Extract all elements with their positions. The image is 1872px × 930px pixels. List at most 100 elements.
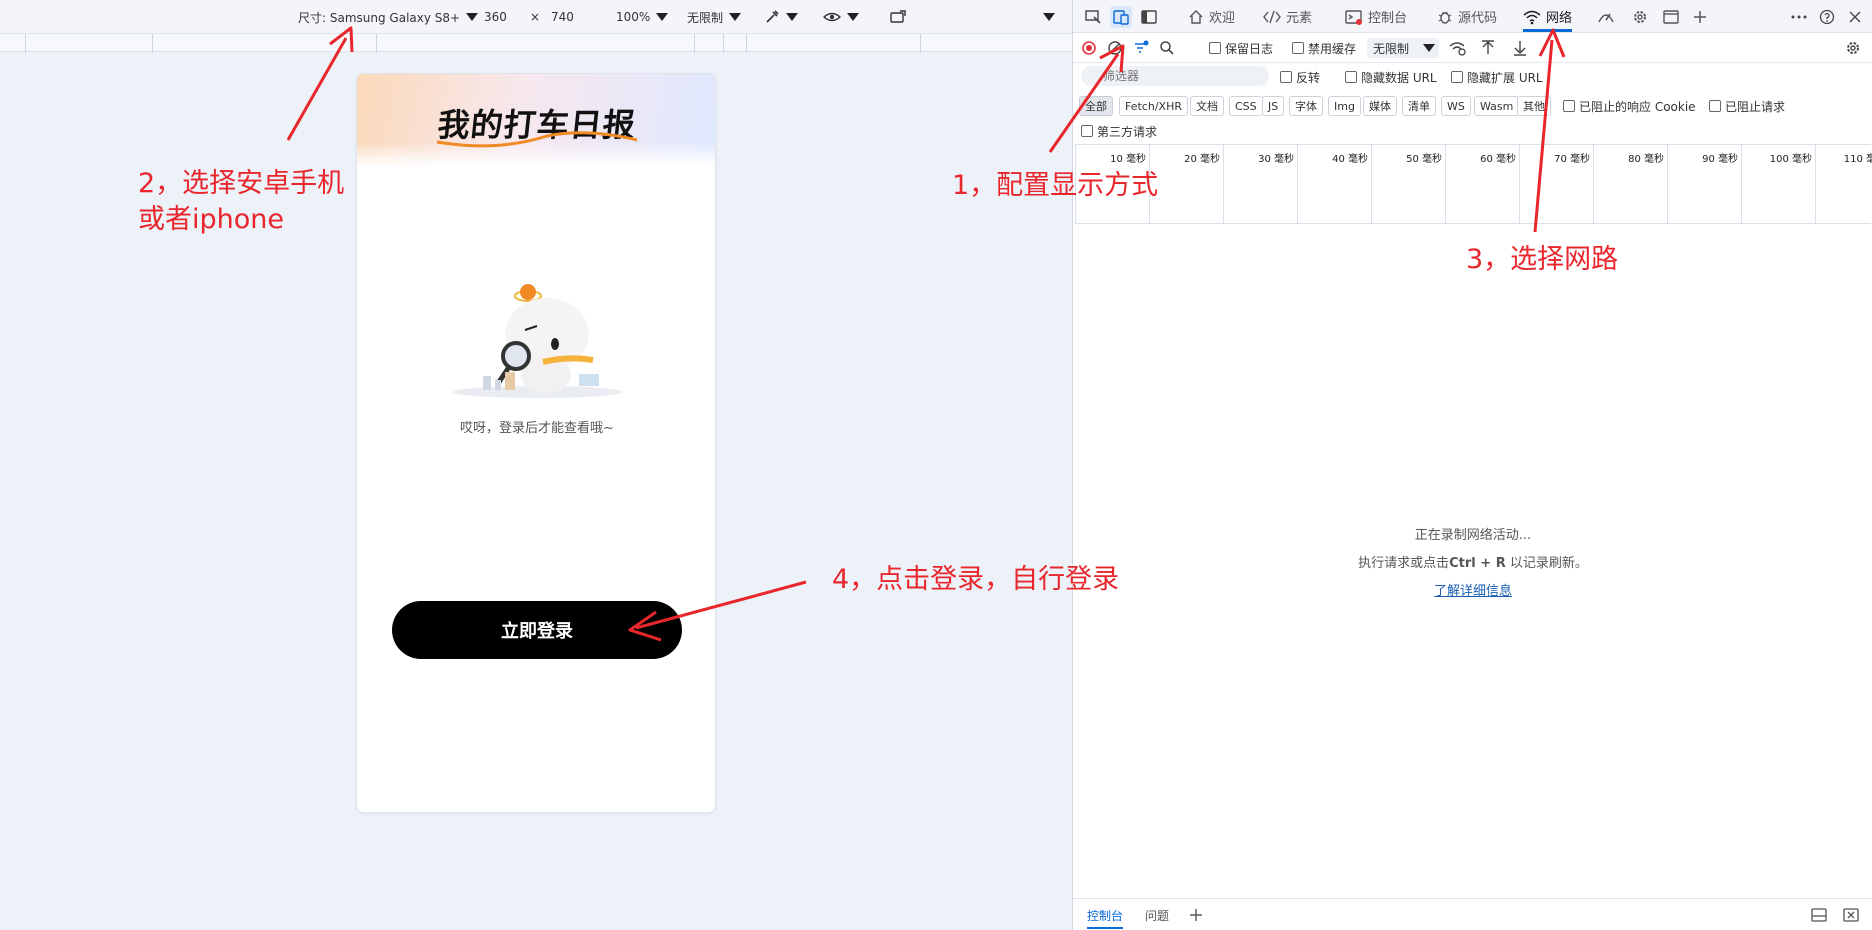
tab-label: 源代码 xyxy=(1458,11,1498,26)
console-icon xyxy=(1345,9,1362,25)
window-icon xyxy=(1663,10,1679,24)
import-har-button[interactable] xyxy=(1481,38,1495,58)
throttle-chevron[interactable] xyxy=(1423,38,1435,58)
height-input[interactable]: 740 xyxy=(551,8,574,26)
type-filter-other[interactable]: 其他 xyxy=(1517,96,1551,116)
checkbox-label: 已阻止的响应 Cookie xyxy=(1579,99,1696,114)
sensors-button[interactable] xyxy=(764,8,798,26)
type-filter-manifest[interactable]: 清单 xyxy=(1402,96,1436,116)
checkbox-label: 第三方请求 xyxy=(1097,124,1158,139)
eye-icon xyxy=(823,12,841,22)
wifi-icon xyxy=(1523,10,1541,24)
type-filter-all[interactable]: 全部 xyxy=(1079,96,1113,116)
type-filter-ws[interactable]: WS xyxy=(1441,96,1471,116)
drawer-tab-console[interactable]: 控制台 xyxy=(1087,899,1124,930)
width-input[interactable]: 360 xyxy=(484,8,507,26)
gear-icon xyxy=(1847,42,1859,54)
type-filter-media[interactable]: 媒体 xyxy=(1363,96,1397,116)
type-filter-img[interactable]: Img xyxy=(1328,96,1361,116)
close-devtools-button[interactable] xyxy=(1844,6,1866,28)
upload-icon xyxy=(1482,40,1494,54)
drawer-add-tab-button[interactable] xyxy=(1189,899,1203,930)
timeline-tick-label: 50 毫秒 xyxy=(1406,154,1442,165)
third-party-checkbox[interactable]: 第三方请求 xyxy=(1081,122,1157,140)
clear-button[interactable] xyxy=(1107,38,1123,58)
drawer-tab-issues[interactable]: 问题 xyxy=(1145,899,1169,930)
network-settings-button[interactable] xyxy=(1845,38,1861,58)
hide-data-urls-checkbox[interactable]: 隐藏数据 URL xyxy=(1345,67,1437,87)
ruler-tick xyxy=(152,34,153,53)
dock-drawer-button[interactable] xyxy=(1811,899,1827,930)
tab-performance[interactable] xyxy=(1595,6,1617,28)
device-select[interactable]: 尺寸: Samsung Galaxy S8+ xyxy=(298,8,479,26)
timeline-tick-label: 70 毫秒 xyxy=(1554,154,1590,165)
throttle-select[interactable]: 无限制 xyxy=(687,8,742,26)
zoom-select[interactable]: 100% xyxy=(616,8,669,26)
disable-cache-checkbox[interactable]: 禁用缓存 xyxy=(1292,38,1356,58)
customize-menu-button[interactable] xyxy=(1788,6,1810,28)
filter-row: 反转 隐藏数据 URL 隐藏扩展 URL xyxy=(1073,63,1872,89)
tab-settings-gear[interactable] xyxy=(1629,6,1651,28)
network-conditions-button[interactable] xyxy=(1449,38,1467,58)
add-tab-button[interactable] xyxy=(1689,6,1711,28)
preserve-log-checkbox[interactable]: 保留日志 xyxy=(1209,38,1273,58)
learn-more-link[interactable]: 了解详细信息 xyxy=(1434,584,1512,599)
help-button[interactable] xyxy=(1816,6,1838,28)
checkbox-label: 隐藏数据 URL xyxy=(1361,70,1437,85)
hint-text: 以记录刷新。 xyxy=(1505,556,1588,571)
search-button[interactable] xyxy=(1159,38,1175,58)
filter-input[interactable] xyxy=(1081,66,1269,86)
timeline-column: 70 毫秒 xyxy=(1519,145,1593,223)
inspect-element-button[interactable] xyxy=(1082,6,1104,28)
tab-welcome[interactable]: 欢迎 xyxy=(1188,0,1235,33)
tab-application[interactable] xyxy=(1660,6,1682,28)
dock-side-button[interactable] xyxy=(1138,6,1160,28)
rotate-button[interactable] xyxy=(889,8,907,26)
tab-sources[interactable]: 源代码 xyxy=(1437,0,1497,33)
gear-icon xyxy=(1634,11,1646,23)
sidebar-icon xyxy=(1141,10,1157,24)
type-filter-font[interactable]: 字体 xyxy=(1289,96,1323,116)
filter-toggle-button[interactable] xyxy=(1133,38,1149,58)
hide-extension-urls-checkbox[interactable]: 隐藏扩展 URL xyxy=(1451,67,1543,87)
code-icon xyxy=(1263,10,1281,23)
blocked-requests-checkbox[interactable]: 已阻止请求 xyxy=(1709,96,1785,116)
ruler-tick xyxy=(746,34,747,53)
performance-icon xyxy=(1598,13,1614,23)
device-emulation-icon xyxy=(1113,10,1129,25)
throttle-value: 无限制 xyxy=(687,10,724,25)
type-filter-fetch-xhr[interactable]: Fetch/XHR xyxy=(1119,96,1188,116)
type-filter-css[interactable]: CSS xyxy=(1229,96,1263,116)
annotation-step-1: 1，配置显示方式 xyxy=(952,170,1159,201)
bug-icon xyxy=(1438,11,1452,24)
type-filter-wasm[interactable]: Wasm xyxy=(1474,96,1520,116)
timeline-column: 60 毫秒 xyxy=(1445,145,1519,223)
annotation-step-2: 2，选择安卓手机 或者iphone xyxy=(138,166,344,238)
timeline-column: 100 毫秒 xyxy=(1741,145,1815,223)
blocked-cookies-checkbox[interactable]: 已阻止的响应 Cookie xyxy=(1563,96,1696,116)
record-button[interactable] xyxy=(1081,38,1097,58)
device-toolbar-toggle[interactable] xyxy=(1110,6,1132,28)
login-button[interactable]: 立即登录 xyxy=(392,601,682,659)
drawer-tabbar: 控制台 问题 xyxy=(1073,898,1872,930)
ruler-tick xyxy=(694,34,695,53)
timeline-column: 30 毫秒 xyxy=(1223,145,1297,223)
plus-icon xyxy=(1190,909,1202,921)
tab-network[interactable]: 网络 xyxy=(1523,0,1573,33)
vision-button[interactable] xyxy=(823,8,859,26)
title-underline-decoration xyxy=(436,131,638,148)
type-filter-doc[interactable]: 文档 xyxy=(1190,96,1224,116)
dock-icon xyxy=(1811,908,1827,922)
chevron-down-icon xyxy=(1043,13,1055,21)
more-options-button[interactable] xyxy=(1043,8,1055,26)
tab-console[interactable]: 控制台 xyxy=(1345,0,1407,33)
timeline-tick-label: 110 毫秒 xyxy=(1843,154,1872,165)
close-drawer-button[interactable] xyxy=(1843,899,1859,930)
tab-elements[interactable]: 元素 xyxy=(1263,0,1312,33)
export-har-button[interactable] xyxy=(1513,38,1527,58)
network-overview-timeline[interactable]: 10 毫秒 20 毫秒 30 毫秒 40 毫秒 50 毫秒 60 毫秒 70 毫秒 80 毫秒… xyxy=(1075,144,1872,224)
ruler-tick xyxy=(25,34,26,53)
checkbox-box xyxy=(1280,71,1292,83)
invert-checkbox[interactable]: 反转 xyxy=(1280,67,1320,87)
type-filter-js[interactable]: JS xyxy=(1262,96,1285,116)
